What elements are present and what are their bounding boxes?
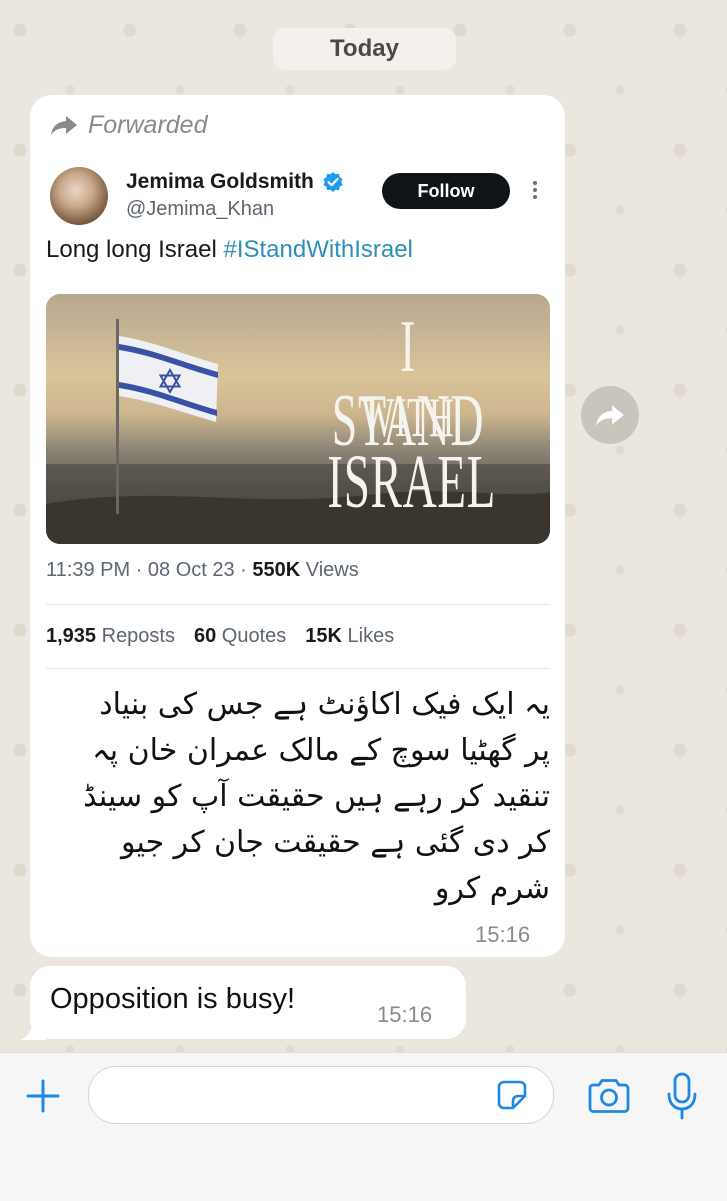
reposts-label: Reposts [96, 625, 175, 647]
tweet-stats: 1,935 Reposts 60 Quotes 15K Likes [46, 625, 394, 648]
urdu-line: یہ ایک فیک اکاؤنٹ ہے جس کی بنیاد [99, 687, 550, 722]
share-icon [596, 405, 624, 426]
date-separator: Today [273, 28, 456, 70]
forwarded-indicator: Forwarded [50, 109, 208, 141]
tweet-text-plain: Long long Israel [46, 236, 224, 263]
tweet-image[interactable]: I STAND WITH ISRAEL [46, 294, 550, 544]
urdu-line: شرم کرو [434, 871, 550, 906]
message-input[interactable] [88, 1066, 554, 1124]
more-options-icon[interactable] [530, 178, 540, 208]
tweet-timestamp: 11:39 PM · 08 Oct 23 · [46, 559, 253, 581]
reposts-stat[interactable]: 1,935 Reposts [46, 625, 175, 648]
camera-icon[interactable] [586, 1078, 632, 1114]
views-label: Views [300, 559, 359, 581]
forward-arrow-icon [51, 116, 77, 135]
tweet-divider-top [46, 604, 550, 605]
message-time: 15:16 [475, 922, 531, 947]
tweet-author-avatar[interactable] [50, 167, 108, 225]
tweet-hashtag[interactable]: #IStandWithIsrael [223, 236, 412, 263]
forwarded-label: Forwarded [88, 110, 208, 139]
tweet-author-handle[interactable]: @Jemima_Khan [126, 198, 274, 221]
tweet-meta: 11:39 PM · 08 Oct 23 · 550K Views [46, 559, 359, 582]
likes-count: 15K [305, 625, 342, 647]
message-time: 15:16 [377, 1002, 433, 1027]
sticker-icon[interactable] [497, 1080, 527, 1110]
tweet-author[interactable]: Jemima Goldsmith [126, 170, 344, 194]
tweet-author-name[interactable]: Jemima Goldsmith [126, 170, 314, 194]
urdu-message-text: یہ ایک فیک اکاؤنٹ ہے جس کی بنیاد پر گھٹی… [50, 682, 550, 912]
urdu-line: پر گھٹیا سوچ کے مالک عمران خان پہ [92, 733, 550, 768]
image-text-line3: ISRAEL [327, 440, 497, 524]
quotes-label: Quotes [216, 625, 287, 647]
image-text-line2: WITH [361, 387, 455, 449]
follow-button[interactable]: Follow [382, 173, 510, 209]
urdu-line: کر دی گئی ہے حقیقت جان کر جیو [121, 825, 550, 860]
views-count: 550K [252, 559, 301, 581]
likes-stat[interactable]: 15K Likes [305, 625, 394, 648]
message-text: Opposition is busy! [50, 983, 296, 1015]
likes-label: Likes [342, 625, 395, 647]
quotes-count: 60 [194, 625, 217, 647]
tweet-divider-bottom [46, 668, 550, 669]
urdu-line: تنقید کر رہے ہیں حقیقت آپ کو سینڈ [83, 779, 550, 814]
quotes-stat[interactable]: 60 Quotes [194, 625, 286, 648]
reposts-count: 1,935 [46, 625, 97, 647]
verified-badge-icon [323, 172, 343, 192]
plus-icon[interactable] [25, 1078, 61, 1114]
share-button[interactable] [581, 386, 639, 444]
tweet-text: Long long Israel #IStandWithIsrael [46, 236, 413, 264]
microphone-icon[interactable] [666, 1072, 698, 1120]
